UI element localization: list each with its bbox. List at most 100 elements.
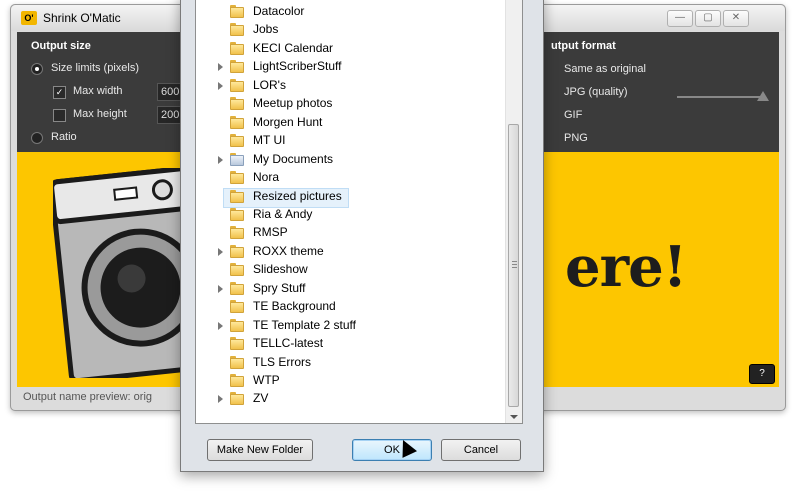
expand-arrow-icon[interactable] (218, 63, 223, 72)
minimize-button[interactable]: — (667, 10, 693, 27)
folder-icon (230, 355, 244, 369)
folder-item[interactable]: Jobs (196, 21, 506, 39)
size-limits-label: Size limits (pixels) (51, 62, 140, 74)
tree-scrollbar[interactable] (505, 0, 522, 423)
cancel-button[interactable]: Cancel (441, 439, 521, 461)
folder-item-label: LightScriberStuff (253, 59, 342, 74)
size-limits-radio[interactable] (31, 63, 43, 75)
folder-item[interactable]: Slideshow (196, 261, 506, 279)
folder-item-label: TLS Errors (253, 354, 312, 369)
output-format-heading: utput format (551, 40, 616, 52)
folder-item-label: WTP (253, 373, 280, 387)
scroll-down-arrow-icon[interactable] (510, 415, 518, 419)
folder-item-label: My Documents (253, 151, 334, 166)
folder-icon (230, 41, 244, 55)
folder-item[interactable]: Spry Stuff (196, 280, 506, 298)
ratio-radio[interactable] (31, 132, 43, 144)
make-new-folder-button[interactable]: Make New Folder (207, 439, 313, 461)
folder-item[interactable]: My Documents (196, 151, 506, 169)
folder-item[interactable]: TLS Errors (196, 354, 506, 372)
folder-icon (230, 5, 244, 18)
format-gif[interactable]: GIF (564, 109, 582, 121)
folder-item[interactable]: MT UI (196, 132, 506, 150)
folder-item[interactable]: TELLC-latest (196, 335, 506, 353)
folder-icon (230, 97, 244, 111)
folder-item[interactable]: TE Background (196, 298, 506, 316)
expand-arrow-icon[interactable] (218, 155, 223, 164)
folder-item[interactable]: ZV (196, 390, 506, 408)
folder-item-label: Morgen Hunt (253, 114, 323, 129)
format-png[interactable]: PNG (564, 132, 588, 144)
folder-item-label: TE Background (253, 299, 336, 314)
folder-item-label: Meetup photos (253, 96, 333, 111)
folder-item[interactable]: Datacolor (196, 3, 506, 21)
folder-item-label: ZV (253, 391, 269, 406)
expand-arrow-icon[interactable] (218, 247, 223, 256)
folder-icon (230, 171, 244, 185)
max-width-checkbox[interactable]: ✓ (53, 86, 66, 99)
folder-icon (230, 281, 244, 295)
folder-icon (230, 244, 244, 258)
format-jpg[interactable]: JPG (quality) (564, 86, 628, 98)
folder-icon (230, 226, 244, 240)
expand-arrow-icon[interactable] (218, 284, 223, 293)
expand-arrow-icon[interactable] (218, 395, 223, 404)
folder-item-label: TE Template 2 stuff (253, 317, 356, 332)
folder-item-label: TELLC-latest (253, 336, 324, 351)
folder-icon (230, 115, 244, 129)
folder-icon (230, 318, 244, 332)
folder-item[interactable]: ROXX theme (196, 243, 506, 261)
folder-item-label: Slideshow (253, 262, 308, 277)
folder-icon (230, 207, 244, 221)
app-icon: O' (21, 11, 37, 25)
expand-arrow-icon[interactable] (218, 81, 223, 90)
folder-item-label: Datacolor (253, 4, 305, 18)
format-same-as-original[interactable]: Same as original (564, 63, 646, 75)
folder-item-label: Jobs (253, 22, 279, 37)
folder-item[interactable]: Nora (196, 169, 506, 187)
folder-item[interactable]: LOR's (196, 77, 506, 95)
folder-icon (230, 392, 244, 406)
folder-icon (230, 337, 244, 351)
folder-icon (230, 78, 244, 92)
expand-arrow-icon[interactable] (218, 321, 223, 330)
documents-folder-icon (230, 152, 244, 166)
jpg-quality-slider-thumb[interactable] (757, 91, 769, 101)
max-height-checkbox[interactable] (53, 109, 66, 122)
folder-icon (230, 300, 244, 314)
ratio-label: Ratio (51, 131, 77, 143)
folder-item[interactable]: Ria & Andy (196, 206, 506, 224)
folder-icon (230, 23, 244, 37)
maximize-button[interactable]: ▢ (695, 10, 721, 27)
folder-item-label: ROXX theme (253, 243, 324, 258)
folder-icon (230, 374, 244, 387)
folder-item[interactable]: Meetup photos (196, 95, 506, 113)
folder-item-label: Spry Stuff (253, 280, 306, 295)
ok-button[interactable]: OK (352, 439, 432, 461)
help-button[interactable]: ? (749, 364, 775, 384)
folder-item-label: KECI Calendar (253, 40, 334, 55)
folder-icon (230, 134, 244, 148)
folder-item[interactable]: KECI Calendar (196, 40, 506, 58)
folder-item-label: Nora (253, 170, 280, 185)
folder-item-label: RMSP (253, 225, 288, 240)
folder-item[interactable]: Resized pictures (196, 187, 506, 208)
folder-item-label: Ria & Andy (253, 206, 313, 221)
folder-tree[interactable]: Datacolor Jobs KECI Calendar LightScriberSt… (195, 0, 523, 424)
jpg-quality-slider[interactable] (677, 96, 761, 98)
folder-item[interactable]: WTP (196, 372, 506, 390)
folder-item-label: LOR's (253, 77, 286, 92)
folder-item-label: Resized pictures (253, 188, 342, 203)
max-height-label: Max height (73, 108, 127, 120)
output-size-heading: Output size (31, 40, 91, 52)
folder-icon (230, 60, 244, 74)
max-width-label: Max width (73, 85, 123, 97)
drop-here-text: ere! (565, 234, 687, 300)
folder-item[interactable]: Morgen Hunt (196, 114, 506, 132)
folder-item[interactable]: TE Template 2 stuff (196, 317, 506, 335)
folder-item[interactable]: RMSP (196, 224, 506, 242)
close-button[interactable]: ✕ (723, 10, 749, 27)
folder-item-label: MT UI (253, 133, 286, 148)
scrollbar-thumb[interactable] (508, 124, 519, 407)
folder-item[interactable]: LightScriberStuff (196, 58, 506, 76)
